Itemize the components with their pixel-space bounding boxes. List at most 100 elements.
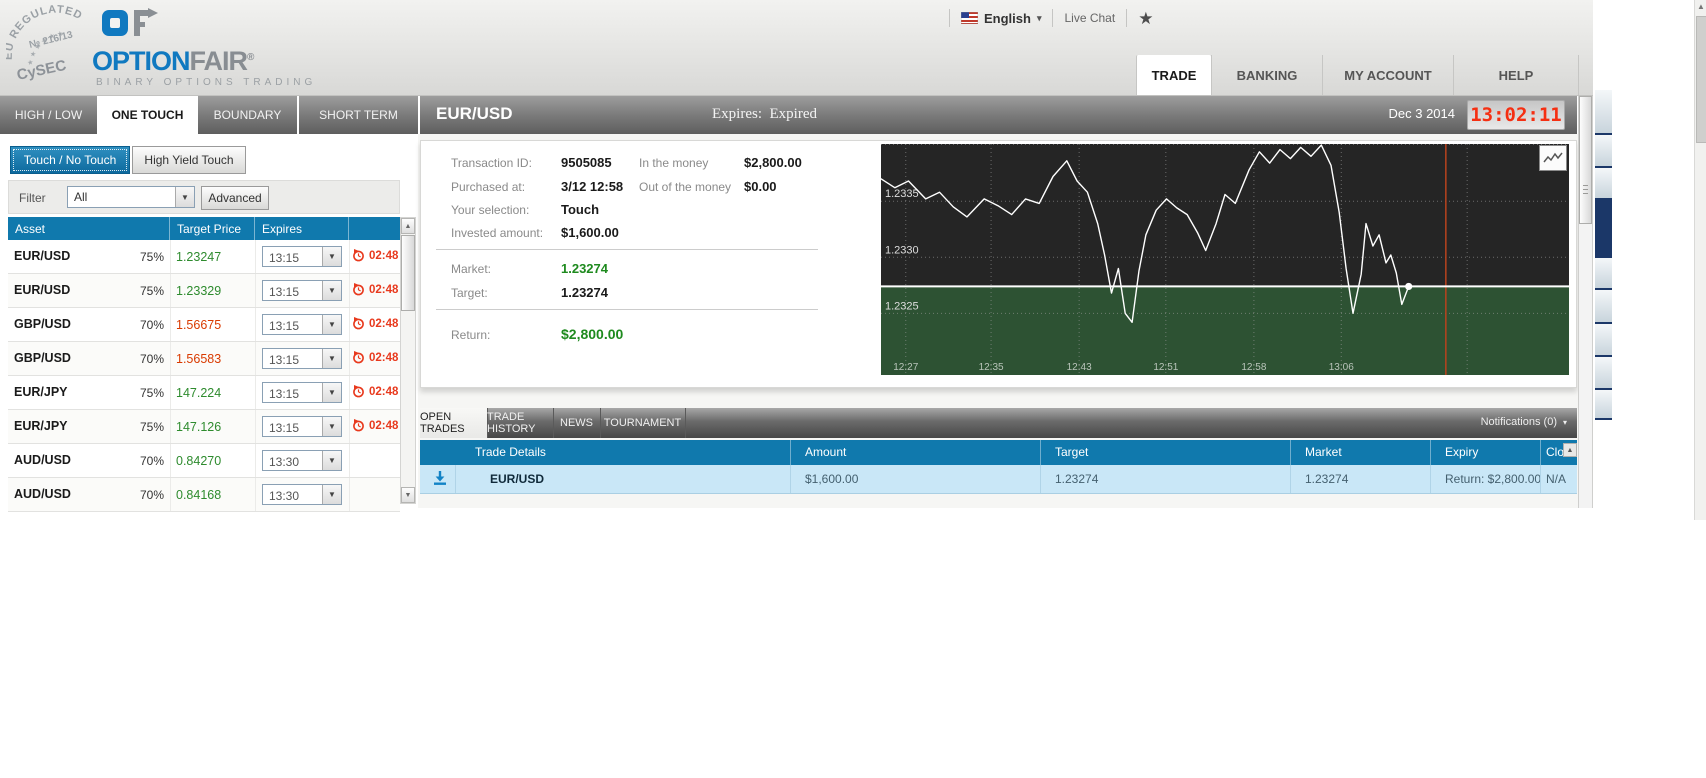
- download-trade-icon[interactable]: [432, 470, 448, 486]
- nav-tab-help[interactable]: HELP: [1453, 55, 1579, 95]
- nav-tab-banking[interactable]: BANKING: [1211, 55, 1322, 95]
- chevron-down-icon[interactable]: ▼: [175, 187, 194, 207]
- advanced-button[interactable]: Advanced: [201, 186, 269, 210]
- chart-type-button[interactable]: [1539, 145, 1567, 171]
- chevron-down-icon[interactable]: ▼: [322, 485, 341, 504]
- live-chat-link[interactable]: Live Chat: [1064, 11, 1115, 25]
- bottom-tab-bar: OPEN TRADES TRADE HISTORY NEWS TOURNAMEN…: [420, 408, 1577, 438]
- expiry-select[interactable]: 13:15 ▼: [262, 280, 342, 301]
- tab-open-trades[interactable]: OPEN TRADES: [420, 408, 488, 438]
- column-header-timer: [349, 217, 400, 240]
- divider: [436, 309, 818, 310]
- asset-row[interactable]: EUR/USD 75% 1.23329 13:15 ▼ 02:48: [8, 274, 400, 308]
- nav-tab-my-account[interactable]: MY ACCOUNT: [1322, 55, 1453, 95]
- filter-select[interactable]: All ▼: [67, 186, 195, 208]
- svg-text:1.2335: 1.2335: [885, 188, 919, 200]
- target-value: 1.23274: [561, 285, 608, 300]
- tab-boundary[interactable]: BOUNDARY: [198, 96, 297, 134]
- market-value: 1.23274: [561, 261, 608, 276]
- brand-wordmark: OPTIONFAIR®: [92, 46, 255, 76]
- countdown-timer: 02:48: [352, 317, 398, 330]
- chevron-down-icon[interactable]: ▼: [322, 417, 341, 436]
- scrollbar-thumb[interactable]: [1696, 16, 1706, 143]
- open-trade-row[interactable]: EUR/USD $1,600.00 1.23274 1.23274 Return…: [420, 465, 1577, 494]
- favorite-star-icon[interactable]: ★: [1138, 10, 1153, 27]
- column-header-trade-details: Trade Details: [475, 445, 546, 459]
- chevron-down-icon[interactable]: ▼: [322, 451, 341, 470]
- countdown-timer: 02:48: [352, 249, 398, 262]
- expiry-select[interactable]: 13:15 ▼: [262, 348, 342, 369]
- svg-text:12:35: 12:35: [979, 362, 1004, 373]
- asset-row[interactable]: GBP/USD 70% 1.56583 13:15 ▼ 02:48: [8, 342, 400, 376]
- timer-icon: [353, 317, 364, 330]
- cut-off-side-panel: [1595, 90, 1612, 420]
- timer-icon: [353, 249, 364, 262]
- countdown-timer: 02:48: [352, 419, 398, 432]
- browser-scrollbar[interactable]: ▲: [1694, 0, 1706, 520]
- trades-scroll-up-button[interactable]: ▲: [1563, 443, 1577, 457]
- tab-high-low[interactable]: HIGH / LOW: [0, 96, 97, 134]
- svg-text:13:06: 13:06: [1329, 362, 1354, 373]
- asset-row[interactable]: EUR/JPY 75% 147.224 13:15 ▼ 02:48: [8, 376, 400, 410]
- language-label: English: [984, 10, 1031, 26]
- platform-clock: 13:02:11: [1467, 100, 1565, 130]
- line-chart-icon: [1543, 152, 1563, 163]
- expiry-status: Expires: Expired: [712, 106, 817, 122]
- chevron-down-icon[interactable]: ▼: [322, 281, 341, 300]
- asset-row[interactable]: EUR/USD 75% 1.23247 13:15 ▼ 02:48: [8, 240, 400, 274]
- tab-news[interactable]: NEWS: [553, 408, 601, 438]
- tab-one-touch[interactable]: ONE TOUCH: [99, 96, 196, 134]
- svg-text:CySEC: CySEC: [15, 57, 68, 84]
- expiry-select[interactable]: 13:15 ▼: [262, 382, 342, 403]
- in-the-money-value: $2,800.00: [744, 155, 802, 170]
- asset-row[interactable]: GBP/USD 70% 1.56675 13:15 ▼ 02:48: [8, 308, 400, 342]
- scrollbar-thumb[interactable]: [1579, 96, 1592, 224]
- scrollbar-thumb[interactable]: [401, 235, 415, 311]
- divider: [436, 249, 818, 250]
- platform-date: Dec 3 2014: [1388, 106, 1456, 121]
- chevron-down-icon[interactable]: ▼: [322, 349, 341, 368]
- column-header-amount: Amount: [805, 445, 847, 459]
- chevron-down-icon[interactable]: ▼: [322, 247, 341, 266]
- tab-short-term[interactable]: SHORT TERM: [299, 96, 418, 134]
- filter-bar: Filter All ▼ Advanced: [8, 180, 400, 214]
- scroll-down-button[interactable]: ▼: [401, 487, 415, 503]
- svg-text:№ 216/13: № 216/13: [28, 29, 74, 51]
- registered-mark: ®: [247, 52, 255, 63]
- tab-trade-history[interactable]: TRADE HISTORY: [487, 408, 554, 438]
- top-header: EU REGULATED ★ ★ ★ ★ ★ ★ № 216/13 CySEC …: [0, 0, 1593, 96]
- asset-table-scrollbar[interactable]: ▲ ▼: [400, 217, 416, 504]
- chevron-down-icon: ▾: [1562, 417, 1567, 427]
- of-logo-icon: [102, 8, 158, 36]
- utility-bar: English ▾ Live Chat ★: [938, 8, 1153, 28]
- asset-row[interactable]: AUD/USD 70% 0.84168 13:30 ▼: [8, 478, 400, 512]
- notifications-dropdown[interactable]: Notifications (0) ▾: [1481, 416, 1567, 428]
- asset-row[interactable]: EUR/JPY 75% 147.126 13:15 ▼ 02:48: [8, 410, 400, 444]
- expiry-select[interactable]: 13:15 ▼: [262, 416, 342, 437]
- expiry-select[interactable]: 13:30 ▼: [262, 484, 342, 505]
- trade-expiry-return: Return: $2,800.00: [1445, 472, 1542, 486]
- divider: [949, 9, 950, 27]
- out-of-the-money-value: $0.00: [744, 179, 777, 194]
- expiry-select[interactable]: 13:15 ▼: [262, 246, 342, 267]
- instrument-header-bar: EUR/USD Expires: Expired Dec 3 2014 13:0…: [420, 96, 1577, 134]
- page-inner-scrollbar[interactable]: [1578, 96, 1593, 508]
- nav-tab-trade[interactable]: TRADE: [1136, 55, 1211, 95]
- scroll-up-arrow[interactable]: ▲: [1695, 2, 1706, 11]
- language-selector[interactable]: English ▾: [961, 11, 1041, 26]
- tab-tournament[interactable]: TOURNAMENT: [600, 408, 686, 438]
- svg-text:12:58: 12:58: [1241, 362, 1266, 373]
- divider: [1126, 9, 1128, 27]
- expiry-select[interactable]: 13:15 ▼: [262, 314, 342, 335]
- chevron-down-icon[interactable]: ▼: [322, 383, 341, 402]
- expiry-select[interactable]: 13:30 ▼: [262, 450, 342, 471]
- scroll-up-button[interactable]: ▲: [401, 218, 415, 234]
- chevron-down-icon[interactable]: ▼: [322, 315, 341, 334]
- column-header-expiry: Expiry: [1445, 445, 1479, 459]
- trade-target: 1.23274: [1055, 472, 1099, 486]
- countdown-timer: 02:48: [352, 283, 398, 296]
- asset-row[interactable]: AUD/USD 70% 0.84270 13:30 ▼: [8, 444, 400, 478]
- trade-market: 1.23274: [1305, 472, 1349, 486]
- high-yield-touch-button[interactable]: High Yield Touch: [132, 146, 246, 174]
- touch-no-touch-button[interactable]: Touch / No Touch: [10, 146, 130, 174]
